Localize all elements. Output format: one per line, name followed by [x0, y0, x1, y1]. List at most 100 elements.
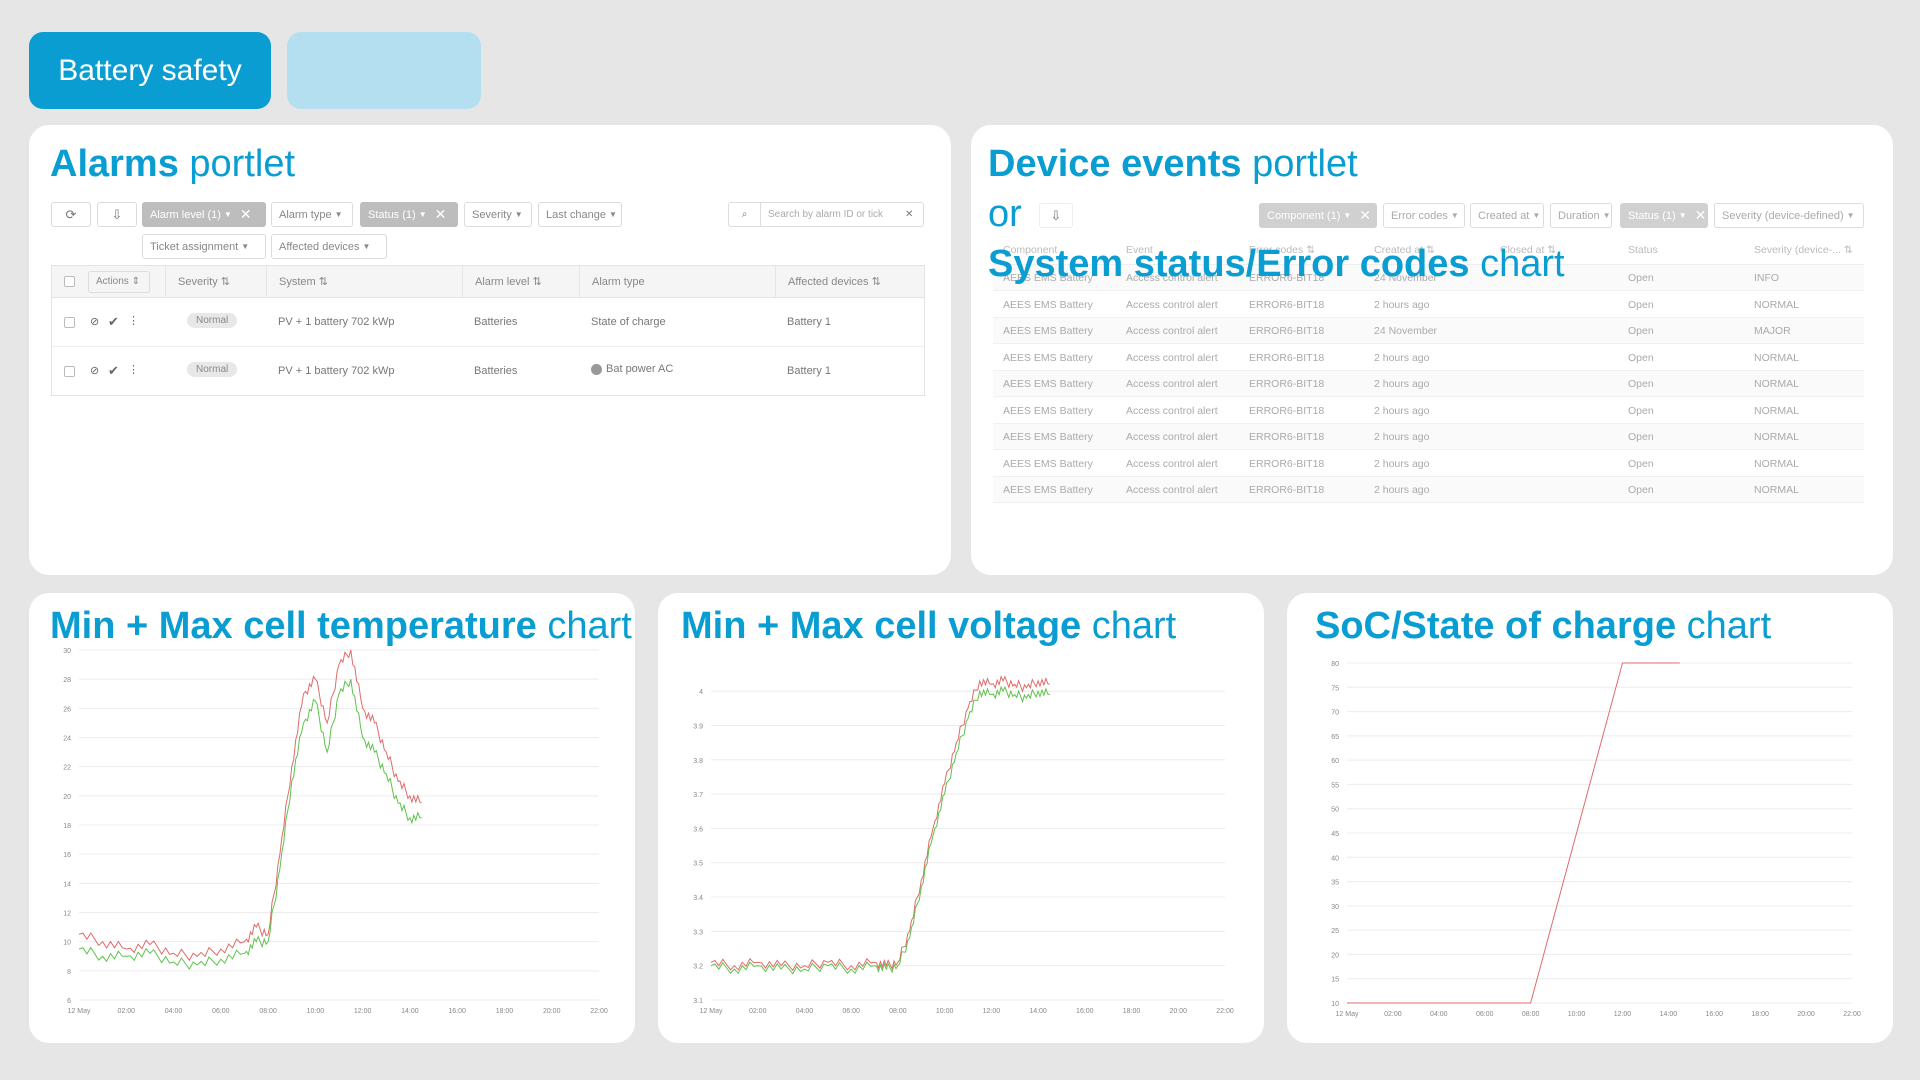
export-button[interactable]: ⇩	[1039, 203, 1073, 228]
cell-system[interactable]: PV + 1 battery 702 kWp	[278, 316, 394, 328]
error-codes-filter[interactable]: Error codes ▼	[1383, 203, 1465, 228]
refresh-icon: ⟳	[65, 206, 77, 222]
acknowledge-icon[interactable]: ⊘	[90, 364, 99, 377]
ticket-assignment-filter[interactable]: Ticket assignment ▼	[142, 234, 266, 259]
cell-component: AEES EMS Battery	[1003, 351, 1093, 364]
created-at-filter[interactable]: Created at ▼	[1470, 203, 1544, 228]
col-affected-devices[interactable]: Affected devices ⇅	[775, 266, 926, 298]
row-checkbox[interactable]	[64, 366, 75, 377]
severity-filter[interactable]: Severity (device-defined) ▼	[1714, 203, 1864, 228]
y-tick-label: 14	[63, 881, 71, 888]
cell-created: 2 hours ago	[1374, 457, 1430, 470]
cell-component: AEES EMS Battery	[1003, 431, 1093, 443]
select-all-checkbox[interactable]	[64, 276, 75, 287]
affected-devices-filter[interactable]: Affected devices ▼	[271, 234, 387, 259]
table-row[interactable]: AEES EMS Battery Access control alert ERRO…	[993, 371, 1864, 397]
clear-icon[interactable]: ✕	[1695, 207, 1707, 224]
y-tick-label: 75	[1331, 685, 1339, 692]
cell-status: Open	[1628, 351, 1654, 364]
y-tick-label: 3.6	[693, 826, 703, 833]
tab-blank[interactable]	[287, 32, 481, 109]
download-icon: ⇩	[111, 206, 123, 222]
col-severity[interactable]: Severity (device-... ⇅	[1754, 244, 1853, 256]
more-icon[interactable]: ⋮	[128, 314, 139, 327]
cell-code: ERROR6-BIT18	[1249, 404, 1325, 417]
cell-alarm-type: Bat power AC	[591, 363, 673, 375]
cell-created: 2 hours ago	[1374, 298, 1430, 311]
col-system[interactable]: System ⇅	[266, 266, 462, 298]
col-status[interactable]: Status	[1628, 244, 1658, 256]
actions-dropdown[interactable]: Actions ⇕	[88, 271, 150, 293]
x-tick-label: 04:00	[165, 1008, 183, 1015]
cell-affected-devices[interactable]: Battery 1	[787, 365, 831, 377]
cell-affected-devices[interactable]: Battery 1	[787, 316, 831, 328]
duration-filter[interactable]: Duration ▼	[1550, 203, 1612, 228]
clear-icon[interactable]: ✕	[435, 206, 447, 223]
col-alarm-level[interactable]: Alarm level ⇅	[462, 266, 579, 298]
severity-filter[interactable]: Severity ▼	[464, 202, 532, 227]
temperature-chart-card: Min + Max cell temperature chart 6 8 10 12 1…	[29, 593, 635, 1043]
cell-component: AEES EMS Battery	[1003, 325, 1093, 337]
table-row[interactable]: AEES EMS Battery Access control alert ERRO…	[993, 477, 1864, 503]
cell-code: ERROR6-BIT18	[1249, 484, 1325, 496]
last-change-filter[interactable]: Last change ▼	[538, 202, 622, 227]
y-tick-label: 22	[63, 765, 71, 772]
voltage-chart-card: Min + Max cell voltage chart 3.1 3.2 3.3 3.…	[658, 593, 1264, 1043]
voltage-chart: 3.1 3.2 3.3 3.4 3.5 3.6 3.7 3.8 3.9 4 12 May 02:00 0…	[693, 675, 1234, 1015]
cell-event: Access control alert	[1126, 351, 1218, 364]
cell-code: ERROR6-BIT18	[1249, 378, 1325, 390]
more-icon[interactable]: ⋮	[128, 363, 139, 376]
table-row[interactable]: AEES EMS Battery Access control alert ERRO…	[993, 398, 1864, 424]
x-tick-label: 10:00	[936, 1008, 954, 1015]
search-input[interactable]: Search by alarm ID or tick	[761, 209, 905, 220]
cell-component: AEES EMS Battery	[1003, 298, 1093, 311]
y-tick-label: 40	[1331, 855, 1339, 862]
tab-battery-safety[interactable]: Battery safety	[29, 32, 271, 109]
cell-alarm-level: Batteries	[474, 365, 518, 377]
status-filter[interactable]: Status (1) ▼ ✕	[360, 202, 458, 227]
alarms-table: Actions ⇕ Severity ⇅ System ⇅ Alarm leve…	[51, 265, 925, 396]
col-severity[interactable]: Severity ⇅	[165, 266, 266, 298]
cell-severity: NORMAL	[1754, 457, 1799, 470]
table-row[interactable]: ⊘ ✔ ⋮ Normal PV + 1 battery 702 kWp Batt…	[52, 347, 924, 396]
table-header: Actions ⇕ Severity ⇅ System ⇅ Alarm leve…	[52, 266, 924, 298]
y-tick-label: 3.9	[693, 723, 703, 730]
col-alarm-type[interactable]: Alarm type	[579, 266, 775, 298]
cell-code: ERROR6-BIT18	[1249, 325, 1325, 337]
alarm-level-filter[interactable]: Alarm level (1) ▼ ✕	[142, 202, 266, 227]
search-box[interactable]: ⌕ Search by alarm ID or tick ✕	[728, 202, 924, 227]
export-button[interactable]: ⇩	[97, 202, 137, 227]
acknowledge-icon[interactable]: ⊘	[90, 315, 99, 328]
cell-status: Open	[1628, 298, 1654, 311]
download-icon: ⇩	[1050, 207, 1062, 223]
cell-status: Open	[1628, 457, 1654, 470]
table-row[interactable]: AEES EMS Battery Access control alert ERRO…	[993, 424, 1864, 450]
check-icon[interactable]: ✔	[108, 314, 119, 330]
search-icon: ⌕	[729, 203, 761, 226]
y-tick-label: 15	[1331, 977, 1339, 984]
refresh-button[interactable]: ⟳	[51, 202, 91, 227]
table-row[interactable]: AEES EMS Battery Access control alert ERRO…	[993, 318, 1864, 344]
x-tick-label: 04:00	[1430, 1011, 1448, 1018]
clear-icon[interactable]: ✕	[1359, 207, 1371, 224]
cell-system[interactable]: PV + 1 battery 702 kWp	[278, 365, 394, 377]
tab-label: Battery safety	[58, 53, 242, 87]
table-row[interactable]: ⊘ ✔ ⋮ Normal PV + 1 battery 702 kWp Batt…	[52, 298, 924, 347]
alarm-type-filter[interactable]: Alarm type ▼	[271, 202, 353, 227]
component-filter[interactable]: Component (1) ▼ ✕	[1259, 203, 1377, 228]
close-icon[interactable]: ✕	[905, 209, 923, 220]
table-row[interactable]: AEES EMS Battery Access control alert ERRO…	[993, 451, 1864, 477]
cell-event: Access control alert	[1126, 457, 1218, 470]
row-checkbox[interactable]	[64, 317, 75, 328]
cell-code: ERROR6-BIT18	[1249, 351, 1325, 364]
table-row[interactable]: AEES EMS Battery Access control alert ERRO…	[993, 345, 1864, 371]
cell-severity: NORMAL	[1754, 351, 1799, 364]
y-tick-label: 6	[67, 998, 71, 1005]
soc-chart-card: SoC/State of charge chart 10 15 20 25 30 35 40…	[1287, 593, 1893, 1043]
x-tick-label: 06:00	[1476, 1011, 1494, 1018]
clear-icon[interactable]: ✕	[240, 206, 252, 223]
check-icon[interactable]: ✔	[108, 363, 119, 379]
status-filter[interactable]: Status (1) ▼ ✕	[1620, 203, 1708, 228]
table-row[interactable]: AEES EMS Battery Access control alert ERRO…	[993, 292, 1864, 318]
x-tick-label: 14:00	[401, 1008, 419, 1015]
